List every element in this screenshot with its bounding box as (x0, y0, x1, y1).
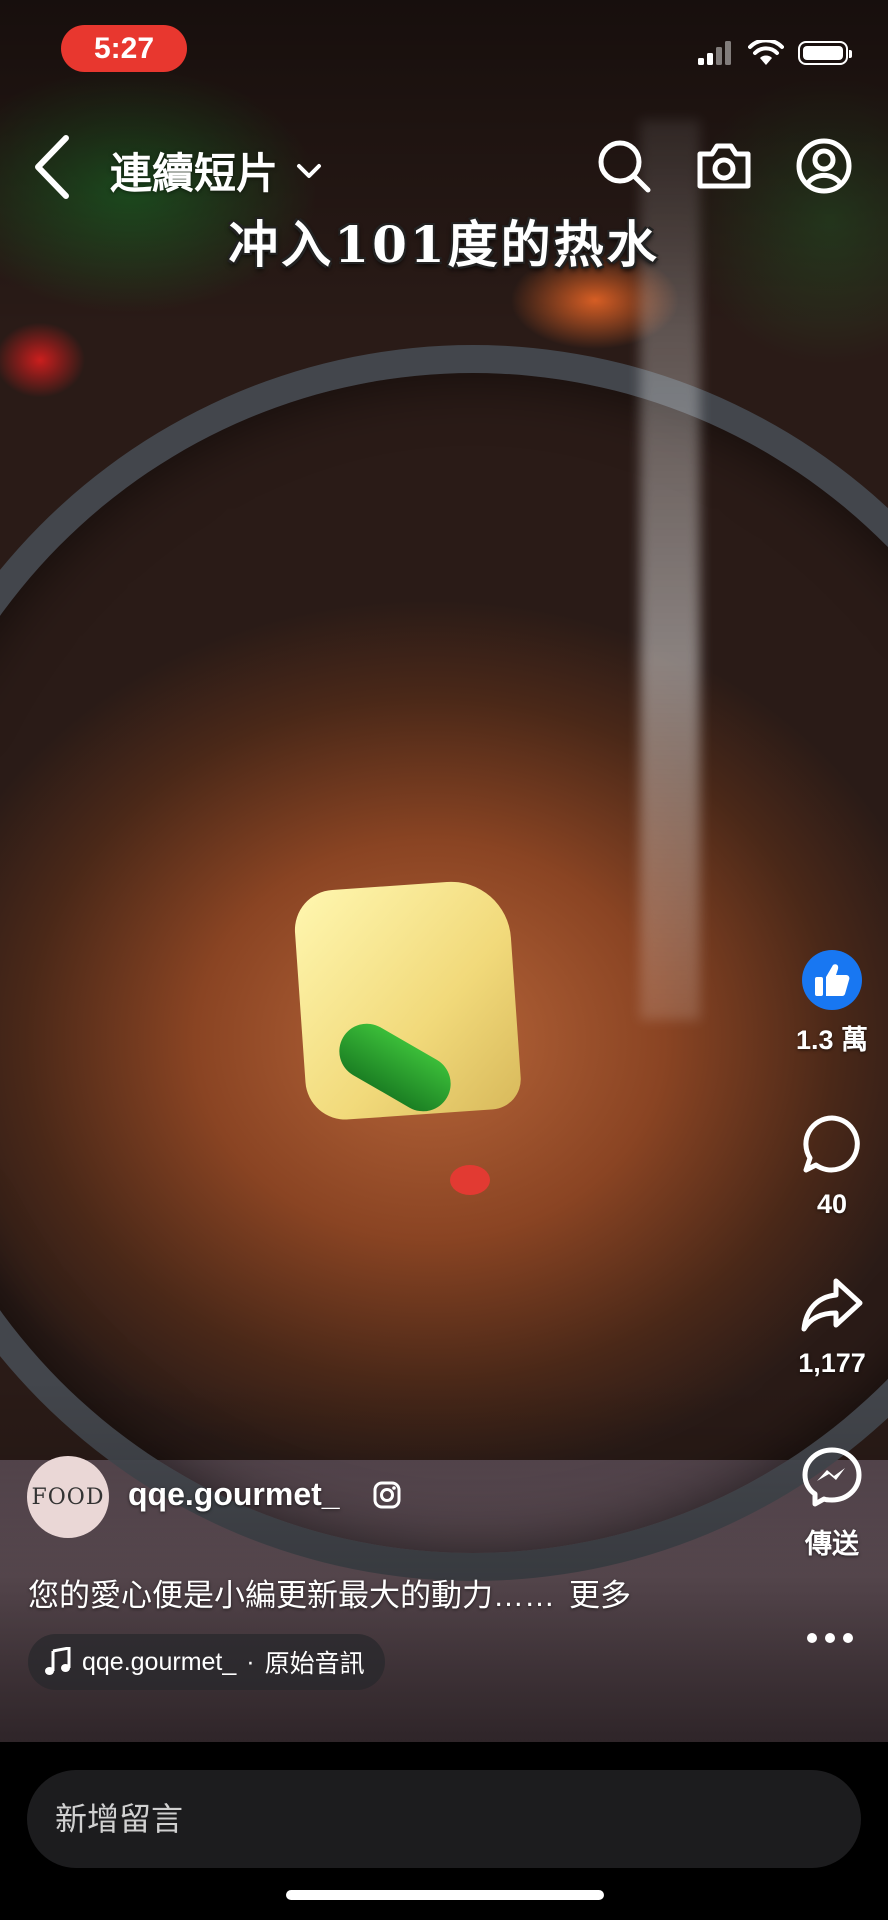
status-time: 5:27 (61, 25, 187, 72)
share-button[interactable]: 1,177 (782, 1275, 882, 1379)
search-icon[interactable] (594, 136, 654, 196)
more-link[interactable]: 更多 (569, 1578, 631, 1613)
comment-count: 40 (816, 1189, 848, 1219)
battery-icon (798, 41, 852, 65)
like-count: 1.3 萬 (795, 1025, 869, 1055)
music-note-icon (45, 1647, 71, 1675)
instagram-icon (373, 1481, 401, 1509)
home-indicator (286, 1890, 604, 1900)
avatar[interactable]: FOOD (27, 1456, 109, 1538)
messenger-icon (802, 1447, 862, 1507)
share-count: 1,177 (798, 1348, 866, 1378)
like-button[interactable]: 1.3 萬 (782, 950, 882, 1057)
like-badge (802, 950, 862, 1010)
page-title: 連續短片 (110, 150, 279, 197)
status-icons (698, 40, 852, 66)
profile-icon[interactable] (794, 136, 854, 196)
thumbs-up-icon (815, 964, 850, 996)
chili (450, 1165, 490, 1195)
author-username[interactable]: qqe.gourmet_ (128, 1476, 340, 1513)
camera-icon[interactable] (694, 136, 754, 196)
back-icon[interactable] (28, 132, 78, 202)
description-text: 您的愛心便是小編更新最大的動力…… (28, 1578, 555, 1613)
signal-icon (698, 41, 731, 65)
wifi-icon (748, 40, 784, 65)
top-nav: 連續短片 (0, 130, 888, 210)
send-button[interactable]: 傳送 (782, 1445, 882, 1561)
feed-selector[interactable]: 連續短片 (110, 140, 322, 201)
comment-button[interactable]: 40 (782, 1112, 882, 1220)
audio-separator: · (246, 1647, 255, 1676)
video-caption: 冲入101度的热水 (228, 215, 660, 274)
chevron-down-icon (297, 163, 322, 178)
share-icon (801, 1278, 863, 1332)
video-description[interactable]: 您的愛心便是小編更新最大的動力…… 更多 (28, 1570, 631, 1615)
audio-label: 原始音訊 (264, 1650, 365, 1678)
comment-input[interactable]: 新增留言 (27, 1770, 861, 1868)
audio-username: qqe.gourmet_ (82, 1647, 237, 1676)
send-label: 傳送 (805, 1529, 859, 1559)
comment-icon (803, 1115, 860, 1173)
audio-pill[interactable]: qqe.gourmet_ · 原始音訊 (28, 1634, 385, 1690)
more-options-icon[interactable] (798, 1623, 868, 1653)
